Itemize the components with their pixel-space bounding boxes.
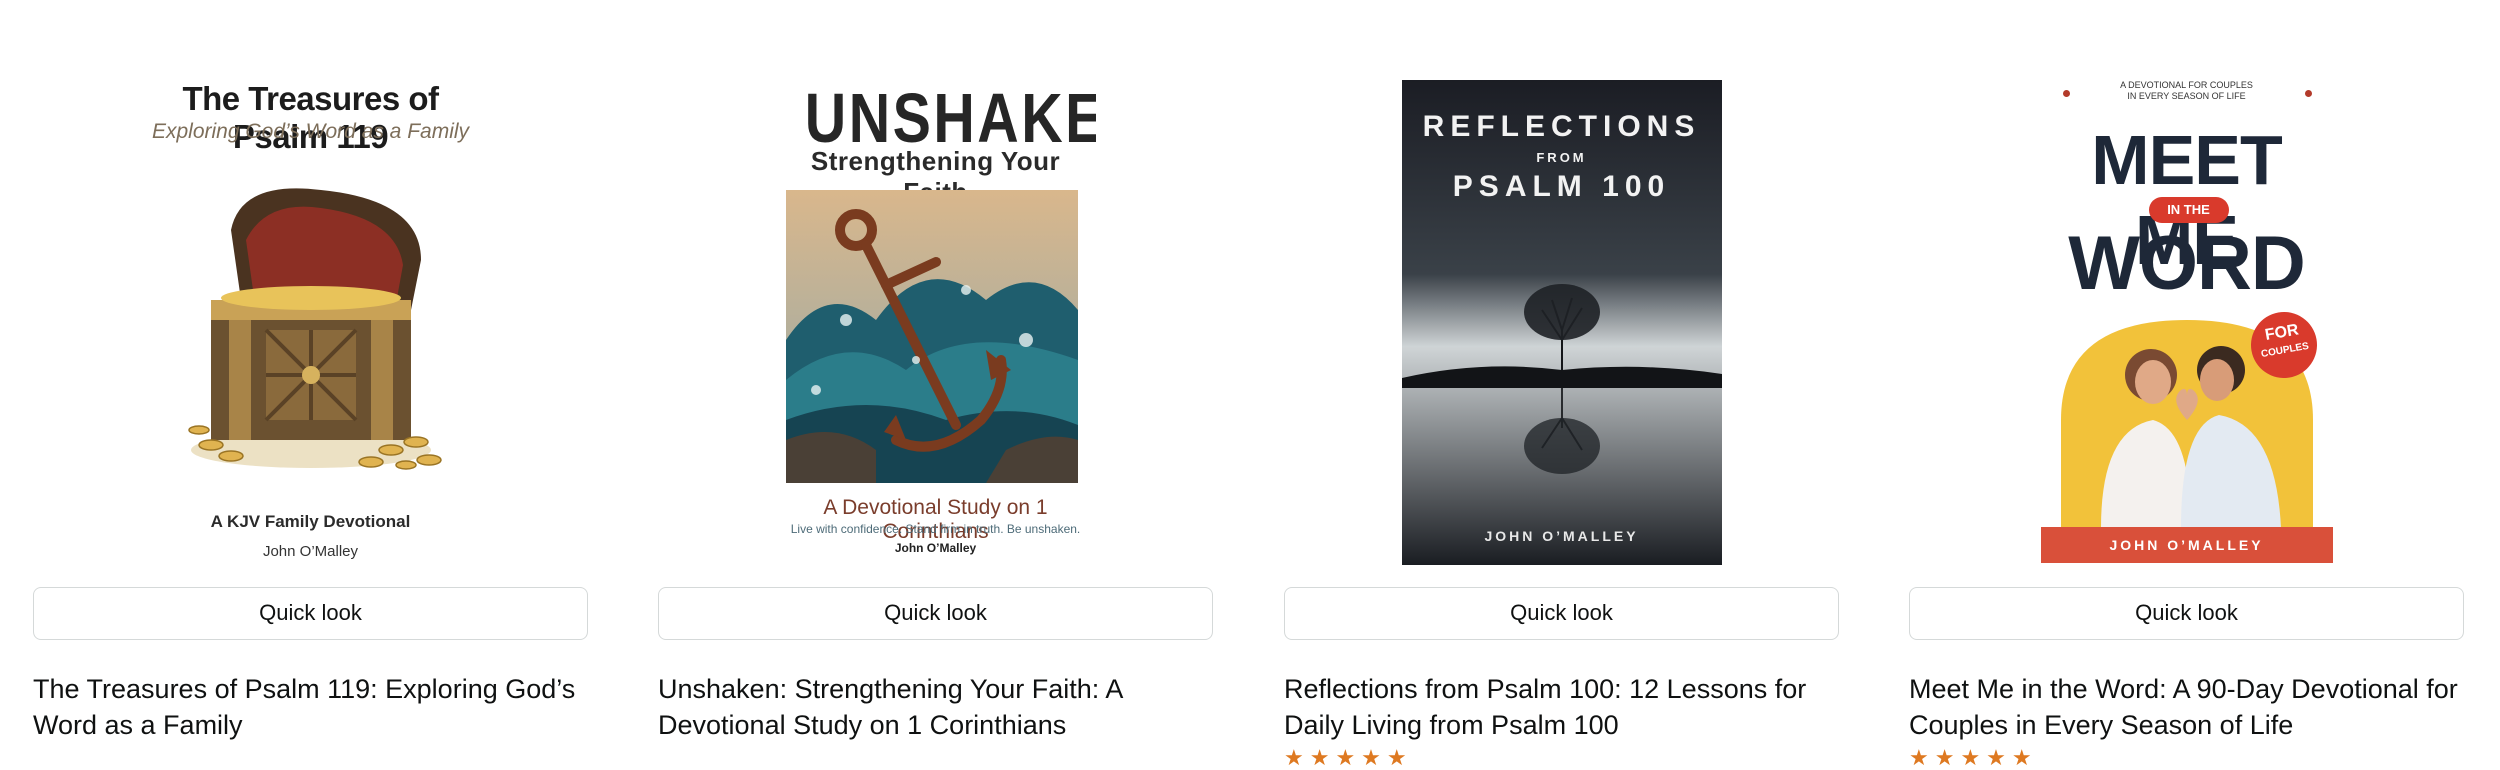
rating-stars-icon[interactable]: ★★★★★ [1909, 747, 2038, 769]
cover-top-line: A DEVOTIONAL FOR COUPLES IN EVERY SEASON… [2041, 80, 2333, 102]
product-title-link[interactable]: Reflections from Psalm 100: 12 Lessons f… [1284, 671, 1839, 743]
product-card: The Treasures of Psalm 119 Exploring God… [33, 0, 588, 759]
quick-look-button[interactable]: Quick look [33, 587, 588, 640]
product-title-link[interactable]: Unshaken: Strengthening Your Faith: A De… [658, 671, 1213, 743]
cover-author: JOHN O’MALLEY [1484, 528, 1639, 544]
cover-tagline: A Devotional Study on 1 Corinthians [823, 496, 1048, 543]
product-card: A DEVOTIONAL FOR COUPLES IN EVERY SEASON… [1909, 0, 2464, 769]
cover-author: John O’Malley [894, 541, 977, 555]
rating-stars-icon[interactable]: ★★★★★ [1284, 747, 1413, 769]
cover-blurb: Live with confidence. Stand firm in trut… [790, 522, 1081, 536]
cover-top-line2: IN EVERY SEASON OF LIFE [2127, 91, 2246, 101]
cover-subtitle: Exploring God’s Word as a Family [151, 120, 470, 143]
product-grid: The Treasures of Psalm 119 Exploring God… [0, 0, 2500, 769]
cover-title-line3: PSALM 100 [1452, 170, 1671, 203]
quick-look-button[interactable]: Quick look [658, 587, 1213, 640]
cover-top-line1: A DEVOTIONAL FOR COUPLES [2120, 80, 2253, 90]
cover-author: JOHN O’MALLEY [2040, 527, 2333, 563]
treasure-chest-illustration [187, 188, 442, 470]
quick-look-button[interactable]: Quick look [1284, 587, 1839, 640]
anchor-in-waves-illustration [785, 190, 1078, 483]
cover-title: The Treasures of Psalm 119 [182, 80, 439, 155]
product-card: UNSHAKEN Strengthening Your Faith [658, 0, 1213, 759]
tree-reflection-illustration [1401, 284, 1722, 474]
cover-title-line1: REFLECTIONS [1422, 110, 1701, 143]
product-title-link[interactable]: The Treasures of Psalm 119: Exploring Go… [33, 671, 588, 743]
product-title-link[interactable]: Meet Me in the Word: A 90-Day Devotional… [1909, 671, 2464, 743]
badge-line2: COUPLES [2259, 340, 2310, 361]
book-cover-image[interactable]: A DEVOTIONAL FOR COUPLES IN EVERY SEASON… [2040, 80, 2333, 565]
cover-title-line2: WORD [2068, 221, 2306, 306]
product-card: REFLECTIONS FROM PSALM 100 JOHN O’MALLEY [1284, 0, 1839, 769]
cover-title-line2: FROM [1536, 150, 1587, 165]
book-cover-image[interactable]: REFLECTIONS FROM PSALM 100 JOHN O’MALLEY [1401, 80, 1722, 565]
cover-author: John O’Malley [262, 543, 359, 560]
quick-look-button[interactable]: Quick look [1909, 587, 2464, 640]
cover-tagline: A KJV Family Devotional [210, 512, 411, 531]
book-cover-image[interactable]: The Treasures of Psalm 119 Exploring God… [150, 80, 471, 565]
book-cover-image[interactable]: UNSHAKEN Strengthening Your Faith [775, 80, 1096, 565]
